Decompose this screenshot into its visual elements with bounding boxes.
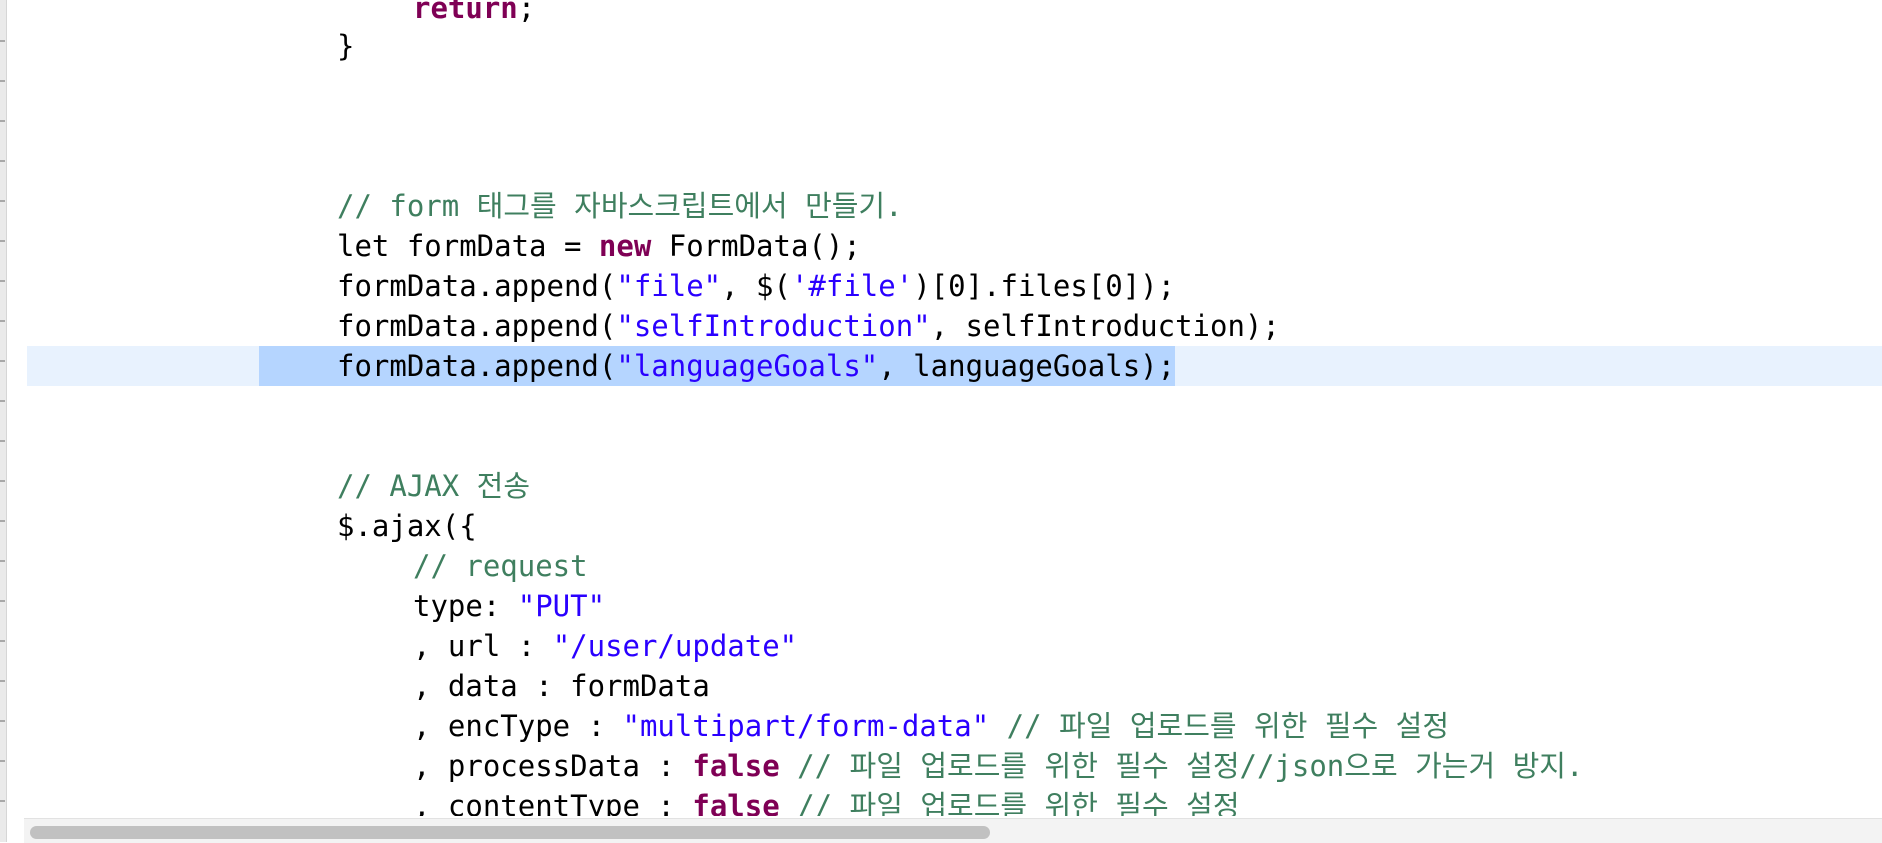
code-text: ; [517,0,536,25]
gutter-marker [0,560,5,562]
code-text: type: [413,589,518,623]
code-text: )[0].files[0]); [913,269,1176,303]
code-text: , data : formData [413,669,710,703]
string-token: "multipart/form-data" [622,709,990,743]
code-text: , selfIntroduction); [930,309,1280,343]
code-text: , contentType : [413,789,693,816]
code-text: $.ajax({ [337,509,477,543]
gutter-marker [0,80,5,82]
scrollbar-thumb[interactable] [30,826,990,839]
string-token: '#file' [790,269,914,303]
code-line[interactable]: formData.append("file", $('#file')[0].fi… [27,266,1882,306]
comment-token: // form 태그를 자바스크립트에서 만들기. [337,189,903,223]
gutter-marker [0,600,5,602]
code-line[interactable]: , encType : "multipart/form-data" // 파일 … [27,706,1882,746]
gutter-marker [0,280,5,282]
keyword-token: false [692,749,780,783]
code-text: , url : [413,629,553,663]
string-token: "selfIntroduction" [616,309,931,343]
text-selection[interactable]: formData.append("languageGoals", languag… [259,346,1176,386]
code-text: formData.append( [337,349,617,383]
gutter-marker [0,40,5,42]
code-line[interactable]: // AJAX 전송 [27,466,1882,506]
code-text: , languageGoals); [878,349,1176,383]
code-line[interactable]: type: "PUT" [27,586,1882,626]
gutter-marker [0,760,5,762]
gutter-marker [0,520,5,522]
comment-token: // 파일 업로드를 위한 필수 설정 [779,789,1240,816]
code-line[interactable]: , contentType : false // 파일 업로드를 위한 필수 설… [27,786,1882,816]
gutter-marker [0,160,5,162]
gutter-marker [0,240,5,242]
keyword-token: false [692,789,780,816]
code-line[interactable]: , url : "/user/update" [27,626,1882,666]
string-token: "/user/update" [552,629,798,663]
code-line[interactable]: let formData = new FormData(); [27,226,1882,266]
gutter-marker [0,200,5,202]
comment-token: // AJAX 전송 [337,469,531,503]
code-text: , processData : [413,749,693,783]
string-token: "file" [616,269,722,303]
code-editor[interactable]: return; } // form 태그를 자바스크립트에서 만들기. let … [27,0,1882,816]
gutter-marker [0,640,5,642]
horizontal-scrollbar[interactable] [24,818,1882,843]
code-text: let formData = [337,229,599,263]
comment-token: // 파일 업로드를 위한 필수 설정//json으로 가는거 방지. [779,749,1584,783]
code-line[interactable]: } [27,26,1882,66]
gutter-marker [0,440,5,442]
code-text: formData.append( [337,309,617,343]
code-line[interactable]: // form 태그를 자바스크립트에서 만들기. [27,186,1882,226]
code-line[interactable]: return; [27,0,1882,28]
comment-token: // request [413,549,588,583]
code-text: formData.append( [337,269,617,303]
code-text: , encType : [413,709,623,743]
code-line[interactable]: , processData : false // 파일 업로드를 위한 필수 설… [27,746,1882,786]
keyword-token: return [413,0,518,25]
string-token: "PUT" [517,589,606,623]
gutter-marker [0,360,5,362]
code-text: , $( [721,269,791,303]
gutter-marker [0,720,5,722]
comment-token: // 파일 업로드를 위한 필수 설정 [989,709,1450,743]
code-text: FormData(); [651,229,861,263]
gutter-marker [0,800,5,802]
code-line[interactable]: $.ajax({ [27,506,1882,546]
code-line[interactable]: , data : formData [27,666,1882,706]
code-text: } [337,29,355,63]
gutter-marker [0,480,5,482]
current-code-line[interactable]: formData.append("languageGoals", languag… [27,346,1882,386]
gutter-marker [0,120,5,122]
gutter-marker [0,680,5,682]
line-number-gutter [0,0,7,842]
code-line[interactable]: // request [27,546,1882,586]
code-line[interactable]: formData.append("selfIntroduction", self… [27,306,1882,346]
gutter-marker [0,400,5,402]
keyword-token: new [598,229,652,263]
string-token: "languageGoals" [616,349,879,383]
gutter-marker [0,320,5,322]
